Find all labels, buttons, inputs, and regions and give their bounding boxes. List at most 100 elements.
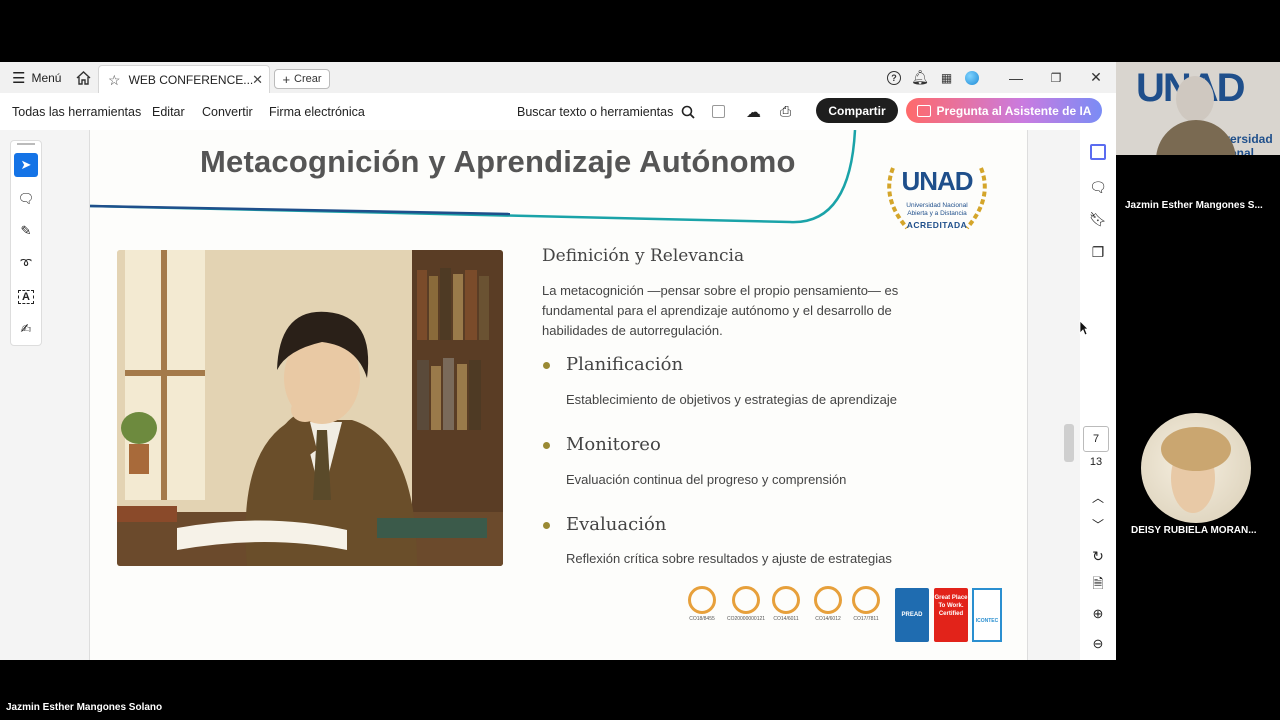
right-tool-rail: 🗨︎ 🔖︎ ❐ 7 13 ︿ ﹀ ↻ 🗎︎ ⊕ ⊖: [1080, 130, 1116, 660]
bookmark-icon: 🔖︎: [1089, 210, 1107, 227]
cert-seal: CO20000000121: [724, 586, 768, 622]
prev-page-button[interactable]: ︿: [1086, 485, 1110, 509]
document-workarea: ➤ 🗨︎ ✎ ➰︎ A ✍︎ Metacognición y Aprendiza…: [0, 130, 1116, 660]
logo-subtitle-1: Universidad Nacional: [906, 202, 968, 209]
home-icon: [76, 70, 90, 85]
vertical-scrollbar[interactable]: ▾: [1064, 198, 1078, 660]
plus-icon: +: [282, 71, 291, 87]
chevron-up-icon: ︿: [1091, 490, 1104, 505]
cert-code: CO20000000121: [726, 616, 766, 622]
participant-body: [1156, 120, 1236, 155]
upload-button[interactable]: ☁︎: [746, 93, 761, 130]
sgs-seal-icon: [732, 586, 760, 614]
account-button[interactable]: [952, 62, 992, 93]
text-tool[interactable]: A: [14, 285, 38, 309]
participant-name-2: DEISY RUBIELA MORAN...: [1131, 525, 1257, 536]
bookmarks-button[interactable]: 🔖︎: [1086, 207, 1110, 231]
ai-assistant-button[interactable]: Pregunta al Asistente de IA: [906, 98, 1102, 123]
item-text-monitoring: Evaluación continua del progreso y compr…: [566, 472, 847, 487]
menu-edit[interactable]: Editar: [152, 93, 185, 130]
sgs-seal-icon: [814, 586, 842, 614]
certification-seals: CO18/8455 CO20000000121 CO14/6011 CO14/6…: [684, 586, 884, 630]
sgs-seal-icon: [852, 586, 880, 614]
print-button[interactable]: ⎙: [780, 93, 791, 130]
apps-grid-icon: ▦: [940, 70, 952, 85]
highlight-tool[interactable]: ✎: [14, 219, 38, 243]
draw-tool[interactable]: ➰︎: [14, 252, 38, 276]
page-number-input[interactable]: 7: [1083, 426, 1109, 452]
drag-handle[interactable]: [17, 143, 35, 145]
mouse-pointer-icon: [1079, 320, 1089, 336]
page-total: 13: [1089, 456, 1103, 468]
comments-button[interactable]: 🗨︎: [1086, 175, 1110, 199]
menu-convert[interactable]: Convertir: [202, 93, 253, 130]
refresh-icon: ↻: [1092, 547, 1104, 564]
chevron-down-icon: ﹀: [1091, 517, 1104, 532]
intro-line: fundamental para el aprendizaje autónomo…: [542, 303, 892, 318]
home-button[interactable]: [74, 62, 92, 93]
logo-subtitle-2: Abierta y a Distancia: [907, 210, 967, 217]
search-tools[interactable]: Buscar texto o herramientas: [517, 93, 695, 130]
sgs-seal-icon: [772, 586, 800, 614]
zoom-out-button[interactable]: ⊖: [1086, 632, 1110, 656]
rotate-button[interactable]: ↻: [1086, 544, 1110, 568]
close-window-button[interactable]: ✕: [1076, 62, 1116, 93]
hamburger-icon: ☰: [12, 69, 26, 87]
ai-summary-icon: [1090, 144, 1106, 160]
cloud-upload-icon: ☁︎: [746, 103, 761, 121]
unad-logo: UNAD Universidad Nacional Abierta y a Di…: [879, 158, 995, 234]
minimize-button[interactable]: —: [996, 62, 1036, 93]
intro-line: habilidades de autorregulación.: [542, 323, 723, 338]
bullet-dot: [543, 522, 550, 529]
save-button[interactable]: [712, 93, 725, 130]
search-icon: [682, 105, 695, 119]
logo-wordmark: UNAD: [901, 166, 973, 196]
item-text-evaluation: Reflexión crítica sobre resultados y aju…: [566, 551, 892, 566]
document-icon: 🗎︎: [1092, 575, 1104, 591]
copy-pages-icon: ❐: [1091, 243, 1105, 260]
star-icon[interactable]: ☆: [108, 72, 121, 89]
zoom-in-button[interactable]: ⊕: [1086, 602, 1110, 626]
select-tool[interactable]: ➤: [14, 153, 38, 177]
menu-all-tools[interactable]: Todas las herramientas: [12, 93, 141, 130]
comment-tool[interactable]: 🗨︎: [14, 187, 38, 211]
sign-tool[interactable]: ✍︎: [14, 317, 38, 341]
page-info-button[interactable]: 🗎︎: [1086, 573, 1110, 597]
create-label: Crear: [294, 73, 322, 85]
cert-code: CO14/6012: [815, 616, 841, 622]
participant-avatar-2[interactable]: [1141, 413, 1251, 523]
ai-summary-button[interactable]: [1086, 140, 1110, 164]
scrollbar-thumb[interactable]: [1064, 424, 1074, 462]
document-tab[interactable]: ☆ WEB CONFERENCE... ✕: [98, 65, 270, 94]
menu-label: Menú: [31, 70, 62, 85]
pdf-viewer-window: ☰ Menú ☆ WEB CONFERENCE... ✕ + Crear ? 🔔…: [0, 62, 1116, 660]
tab-title: WEB CONFERENCE...: [128, 73, 254, 87]
cert-code: CO18/8455: [689, 616, 715, 622]
icontec-badge: ICONTEC: [972, 588, 1002, 642]
next-page-button[interactable]: ﹀: [1086, 512, 1110, 536]
item-heading-planning: Planificación: [566, 354, 684, 375]
signature-icon: ✍︎: [20, 321, 32, 336]
cert-code: CO17/7811: [853, 616, 879, 622]
cert-seal: CO14/6011: [770, 586, 802, 622]
menu-button[interactable]: ☰ Menú: [12, 62, 61, 93]
close-tab-icon[interactable]: ✕: [252, 72, 263, 88]
intro-line: La metacognición —pensar sobre el propio…: [542, 283, 899, 298]
ai-assistant-label: Pregunta al Asistente de IA: [936, 103, 1092, 118]
restore-button[interactable]: ❐: [1036, 62, 1076, 93]
text-box-icon: A: [18, 290, 34, 304]
cursor-icon: ➤: [20, 157, 32, 172]
pages-button[interactable]: ❐: [1086, 240, 1110, 264]
bullet-dot: [543, 362, 550, 369]
bullet-dot: [543, 442, 550, 449]
help-icon: ?: [887, 70, 901, 85]
menu-esign[interactable]: Firma electrónica: [269, 93, 365, 130]
item-text-planning: Establecimiento de objetivos y estrategi…: [566, 392, 897, 407]
participant-video-1[interactable]: UNAD Universidad Nacional: [1116, 62, 1280, 155]
participant-name-1: Jazmin Esther Mangones S...: [1125, 200, 1263, 211]
section-title: Definición y Relevancia: [542, 246, 745, 266]
share-button[interactable]: Compartir: [816, 98, 898, 123]
create-button[interactable]: + Crear: [274, 69, 330, 89]
cert-seal: CO14/6012: [812, 586, 844, 622]
item-heading-evaluation: Evaluación: [566, 514, 667, 535]
